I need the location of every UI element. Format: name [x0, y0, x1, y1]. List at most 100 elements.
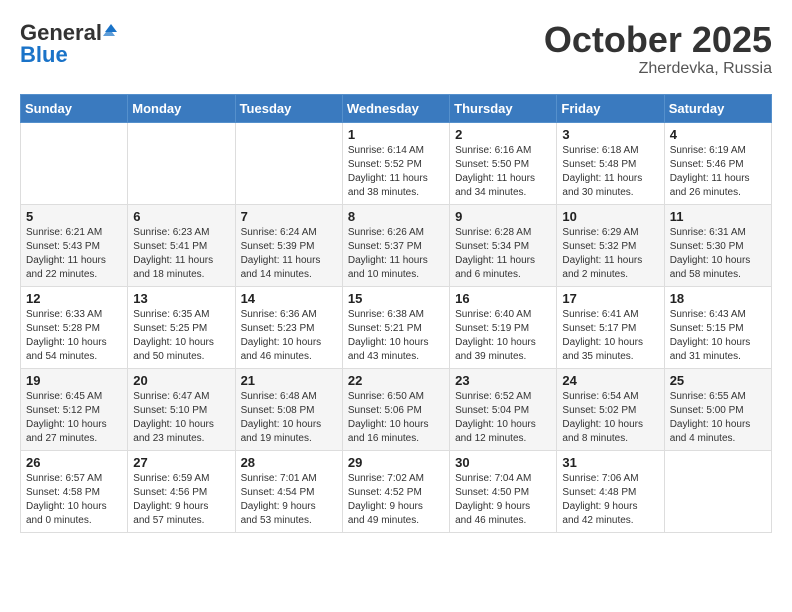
day-info: Sunrise: 6:57 AM Sunset: 4:58 PM Dayligh…: [26, 472, 122, 528]
calendar-day-cell: 31 Sunrise: 7:06 AM Sunset: 4:48 PM Dayli…: [557, 450, 664, 532]
calendar-day-cell: 13Sunrise: 6:35 AM Sunset: 5:25 PM Dayli…: [128, 286, 235, 368]
day-info: Sunrise: 6:31 AM Sunset: 5:30 PM Dayligh…: [670, 226, 766, 282]
calendar-empty-cell: [21, 122, 128, 204]
calendar-day-cell: 26 Sunrise: 6:57 AM Sunset: 4:58 PM Dayli…: [21, 450, 128, 532]
logo-icon: [103, 22, 117, 36]
day-number: 5: [26, 209, 122, 224]
day-info: Sunrise: 6:35 AM Sunset: 5:25 PM Dayligh…: [133, 308, 229, 364]
day-info: Sunrise: 6:36 AM Sunset: 5:23 PM Dayligh…: [241, 308, 337, 364]
day-number: 20: [133, 373, 229, 388]
day-info: Sunrise: 7:02 AM Sunset: 4:52 PM Dayligh…: [348, 472, 444, 528]
day-number: 9: [455, 209, 551, 224]
day-number: 15: [348, 291, 444, 306]
day-number: 10: [562, 209, 658, 224]
day-info: Sunrise: 6:41 AM Sunset: 5:17 PM Dayligh…: [562, 308, 658, 364]
day-info: Sunrise: 6:47 AM Sunset: 5:10 PM Dayligh…: [133, 390, 229, 446]
weekday-header: Wednesday: [342, 94, 449, 122]
day-info: Sunrise: 7:01 AM Sunset: 4:54 PM Dayligh…: [241, 472, 337, 528]
calendar-day-cell: 27 Sunrise: 6:59 AM Sunset: 4:56 PM Dayli…: [128, 450, 235, 532]
day-info: Sunrise: 6:40 AM Sunset: 5:19 PM Dayligh…: [455, 308, 551, 364]
calendar-day-cell: 9 Sunrise: 6:28 AM Sunset: 5:34 PM Daylig…: [450, 204, 557, 286]
day-number: 12: [26, 291, 122, 306]
calendar-day-cell: 10 Sunrise: 6:29 AM Sunset: 5:32 PM Dayli…: [557, 204, 664, 286]
day-info: Sunrise: 6:55 AM Sunset: 5:00 PM Dayligh…: [670, 390, 766, 446]
calendar-day-cell: 14Sunrise: 6:36 AM Sunset: 5:23 PM Dayli…: [235, 286, 342, 368]
day-info: Sunrise: 6:14 AM Sunset: 5:52 PM Dayligh…: [348, 144, 444, 200]
day-info: Sunrise: 6:52 AM Sunset: 5:04 PM Dayligh…: [455, 390, 551, 446]
calendar-day-cell: 1 Sunrise: 6:14 AM Sunset: 5:52 PM Daylig…: [342, 122, 449, 204]
day-number: 2: [455, 127, 551, 142]
day-info: Sunrise: 6:28 AM Sunset: 5:34 PM Dayligh…: [455, 226, 551, 282]
day-number: 29: [348, 455, 444, 470]
weekday-header: Thursday: [450, 94, 557, 122]
day-number: 27: [133, 455, 229, 470]
calendar-week-row: 26 Sunrise: 6:57 AM Sunset: 4:58 PM Dayli…: [21, 450, 772, 532]
day-info: Sunrise: 6:18 AM Sunset: 5:48 PM Dayligh…: [562, 144, 658, 200]
calendar-day-cell: 7Sunrise: 6:24 AM Sunset: 5:39 PM Daylig…: [235, 204, 342, 286]
calendar-day-cell: 16 Sunrise: 6:40 AM Sunset: 5:19 PM Dayli…: [450, 286, 557, 368]
calendar-day-cell: 25 Sunrise: 6:55 AM Sunset: 5:00 PM Dayli…: [664, 368, 771, 450]
calendar-day-cell: 6 Sunrise: 6:23 AM Sunset: 5:41 PM Daylig…: [128, 204, 235, 286]
day-info: Sunrise: 6:54 AM Sunset: 5:02 PM Dayligh…: [562, 390, 658, 446]
calendar-empty-cell: [664, 450, 771, 532]
calendar-day-cell: 18Sunrise: 6:43 AM Sunset: 5:15 PM Dayli…: [664, 286, 771, 368]
weekday-header: Tuesday: [235, 94, 342, 122]
day-number: 25: [670, 373, 766, 388]
day-number: 28: [241, 455, 337, 470]
day-info: Sunrise: 6:24 AM Sunset: 5:39 PM Dayligh…: [241, 226, 337, 282]
day-info: Sunrise: 6:21 AM Sunset: 5:43 PM Dayligh…: [26, 226, 122, 282]
day-info: Sunrise: 7:04 AM Sunset: 4:50 PM Dayligh…: [455, 472, 551, 528]
day-info: Sunrise: 6:16 AM Sunset: 5:50 PM Dayligh…: [455, 144, 551, 200]
calendar-day-cell: 8Sunrise: 6:26 AM Sunset: 5:37 PM Daylig…: [342, 204, 449, 286]
calendar-day-cell: 2 Sunrise: 6:16 AM Sunset: 5:50 PM Daylig…: [450, 122, 557, 204]
day-info: Sunrise: 6:33 AM Sunset: 5:28 PM Dayligh…: [26, 308, 122, 364]
calendar-week-row: 5 Sunrise: 6:21 AM Sunset: 5:43 PM Daylig…: [21, 204, 772, 286]
day-number: 21: [241, 373, 337, 388]
title-block: October 2025 Zherdevka, Russia: [544, 20, 772, 78]
calendar-day-cell: 12 Sunrise: 6:33 AM Sunset: 5:28 PM Dayli…: [21, 286, 128, 368]
calendar-day-cell: 4Sunrise: 6:19 AM Sunset: 5:46 PM Daylig…: [664, 122, 771, 204]
day-number: 3: [562, 127, 658, 142]
month-title: October 2025: [544, 20, 772, 60]
calendar-day-cell: 5 Sunrise: 6:21 AM Sunset: 5:43 PM Daylig…: [21, 204, 128, 286]
weekday-header: Monday: [128, 94, 235, 122]
day-info: Sunrise: 6:23 AM Sunset: 5:41 PM Dayligh…: [133, 226, 229, 282]
weekday-header: Sunday: [21, 94, 128, 122]
calendar-day-cell: 29 Sunrise: 7:02 AM Sunset: 4:52 PM Dayli…: [342, 450, 449, 532]
calendar-day-cell: 15Sunrise: 6:38 AM Sunset: 5:21 PM Dayli…: [342, 286, 449, 368]
day-number: 16: [455, 291, 551, 306]
day-number: 1: [348, 127, 444, 142]
weekday-header: Friday: [557, 94, 664, 122]
day-number: 22: [348, 373, 444, 388]
calendar-day-cell: 22Sunrise: 6:50 AM Sunset: 5:06 PM Dayli…: [342, 368, 449, 450]
calendar-week-row: 12 Sunrise: 6:33 AM Sunset: 5:28 PM Dayli…: [21, 286, 772, 368]
day-info: Sunrise: 6:59 AM Sunset: 4:56 PM Dayligh…: [133, 472, 229, 528]
calendar-day-cell: 30Sunrise: 7:04 AM Sunset: 4:50 PM Dayli…: [450, 450, 557, 532]
day-number: 26: [26, 455, 122, 470]
day-info: Sunrise: 6:48 AM Sunset: 5:08 PM Dayligh…: [241, 390, 337, 446]
logo-blue-text: Blue: [20, 42, 68, 68]
day-number: 17: [562, 291, 658, 306]
calendar-week-row: 1 Sunrise: 6:14 AM Sunset: 5:52 PM Daylig…: [21, 122, 772, 204]
calendar-day-cell: 28 Sunrise: 7:01 AM Sunset: 4:54 PM Dayli…: [235, 450, 342, 532]
weekday-header: Saturday: [664, 94, 771, 122]
day-number: 6: [133, 209, 229, 224]
day-info: Sunrise: 7:06 AM Sunset: 4:48 PM Dayligh…: [562, 472, 658, 528]
day-number: 11: [670, 209, 766, 224]
page-header: General Blue October 2025 Zherdevka, Rus…: [20, 20, 772, 78]
day-number: 4: [670, 127, 766, 142]
weekday-header-row: SundayMondayTuesdayWednesdayThursdayFrid…: [21, 94, 772, 122]
calendar-day-cell: 24 Sunrise: 6:54 AM Sunset: 5:02 PM Dayli…: [557, 368, 664, 450]
day-number: 24: [562, 373, 658, 388]
day-number: 31: [562, 455, 658, 470]
day-info: Sunrise: 6:29 AM Sunset: 5:32 PM Dayligh…: [562, 226, 658, 282]
calendar-day-cell: 11 Sunrise: 6:31 AM Sunset: 5:30 PM Dayli…: [664, 204, 771, 286]
calendar-day-cell: 3 Sunrise: 6:18 AM Sunset: 5:48 PM Daylig…: [557, 122, 664, 204]
day-info: Sunrise: 6:45 AM Sunset: 5:12 PM Dayligh…: [26, 390, 122, 446]
location: Zherdevka, Russia: [544, 60, 772, 78]
calendar-week-row: 19 Sunrise: 6:45 AM Sunset: 5:12 PM Dayli…: [21, 368, 772, 450]
logo: General Blue: [20, 20, 117, 68]
calendar-empty-cell: [128, 122, 235, 204]
day-number: 8: [348, 209, 444, 224]
day-number: 19: [26, 373, 122, 388]
